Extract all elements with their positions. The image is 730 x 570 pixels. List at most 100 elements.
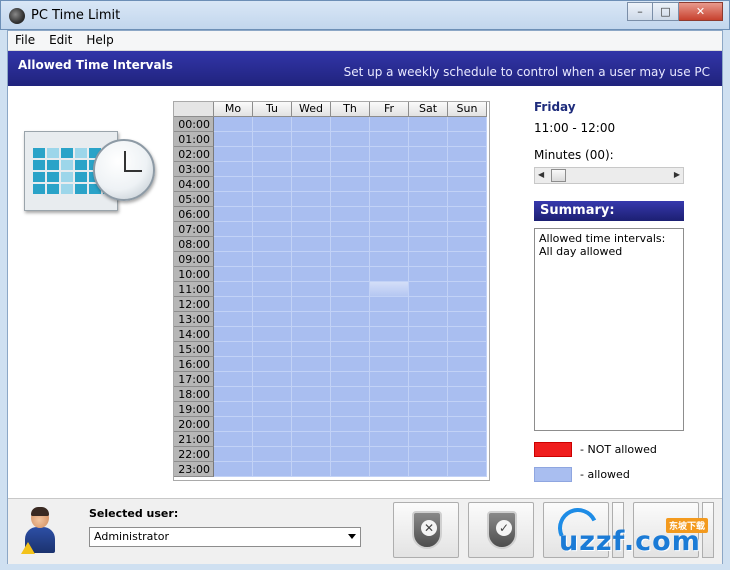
schedule-cell[interactable] <box>331 267 370 282</box>
schedule-cell[interactable] <box>331 462 370 477</box>
schedule-cell[interactable] <box>292 252 331 267</box>
day-header-tu[interactable]: Tu <box>253 102 292 117</box>
hour-label[interactable]: 09:00 <box>174 252 214 267</box>
schedule-cell[interactable] <box>292 177 331 192</box>
schedule-cell[interactable] <box>409 147 448 162</box>
allow-all-button[interactable]: ✓ <box>468 502 534 558</box>
day-header-fr[interactable]: Fr <box>370 102 409 117</box>
schedule-cell[interactable] <box>292 207 331 222</box>
slider-right-arrow-icon[interactable]: ▶ <box>674 170 680 179</box>
schedule-cell[interactable] <box>292 402 331 417</box>
hour-label[interactable]: 22:00 <box>174 447 214 462</box>
day-header-sun[interactable]: Sun <box>448 102 487 117</box>
schedule-cell[interactable] <box>214 252 253 267</box>
hour-label[interactable]: 18:00 <box>174 387 214 402</box>
hour-label[interactable]: 13:00 <box>174 312 214 327</box>
schedule-cell[interactable] <box>214 402 253 417</box>
schedule-cell[interactable] <box>370 162 409 177</box>
schedule-cell[interactable] <box>253 297 292 312</box>
schedule-cell[interactable] <box>331 327 370 342</box>
schedule-cell[interactable] <box>370 312 409 327</box>
schedule-cell[interactable] <box>448 297 487 312</box>
schedule-cell[interactable] <box>214 117 253 132</box>
schedule-cell[interactable] <box>253 372 292 387</box>
schedule-cell[interactable] <box>409 342 448 357</box>
schedule-cell[interactable] <box>370 447 409 462</box>
schedule-cell[interactable] <box>370 252 409 267</box>
hour-label[interactable]: 08:00 <box>174 237 214 252</box>
schedule-cell[interactable] <box>253 222 292 237</box>
schedule-cell[interactable] <box>331 312 370 327</box>
schedule-cell[interactable] <box>331 417 370 432</box>
hour-label[interactable]: 16:00 <box>174 357 214 372</box>
schedule-cell[interactable] <box>448 177 487 192</box>
schedule-cell[interactable] <box>253 207 292 222</box>
schedule-cell[interactable] <box>370 177 409 192</box>
schedule-cell[interactable] <box>409 117 448 132</box>
schedule-cell[interactable] <box>331 282 370 297</box>
schedule-cell[interactable] <box>448 312 487 327</box>
hour-label[interactable]: 06:00 <box>174 207 214 222</box>
schedule-cell[interactable] <box>409 357 448 372</box>
day-header-mo[interactable]: Mo <box>214 102 253 117</box>
schedule-cell[interactable] <box>448 207 487 222</box>
schedule-cell[interactable] <box>370 282 409 297</box>
schedule-cell[interactable] <box>331 342 370 357</box>
hour-label[interactable]: 19:00 <box>174 402 214 417</box>
close-button[interactable]: ✕ <box>679 2 723 21</box>
schedule-cell[interactable] <box>331 432 370 447</box>
schedule-cell[interactable] <box>292 327 331 342</box>
schedule-cell[interactable] <box>331 147 370 162</box>
schedule-cell[interactable] <box>370 327 409 342</box>
schedule-cell[interactable] <box>253 267 292 282</box>
schedule-cell[interactable] <box>370 222 409 237</box>
schedule-cell[interactable] <box>214 222 253 237</box>
slider-left-arrow-icon[interactable]: ◀ <box>538 170 544 179</box>
schedule-cell[interactable] <box>448 372 487 387</box>
schedule-cell[interactable] <box>292 222 331 237</box>
schedule-cell[interactable] <box>214 342 253 357</box>
schedule-cell[interactable] <box>214 207 253 222</box>
hour-label[interactable]: 03:00 <box>174 162 214 177</box>
menu-file[interactable]: File <box>8 31 42 50</box>
hour-label[interactable]: 20:00 <box>174 417 214 432</box>
schedule-cell[interactable] <box>253 177 292 192</box>
chevron-down-icon[interactable] <box>348 534 356 539</box>
schedule-cell[interactable] <box>214 447 253 462</box>
schedule-cell[interactable] <box>214 192 253 207</box>
minimize-button[interactable]: – <box>627 2 653 21</box>
schedule-cell[interactable] <box>370 117 409 132</box>
schedule-cell[interactable] <box>214 327 253 342</box>
schedule-cell[interactable] <box>214 357 253 372</box>
schedule-cell[interactable] <box>331 372 370 387</box>
schedule-cell[interactable] <box>253 447 292 462</box>
hour-label[interactable]: 23:00 <box>174 462 214 477</box>
schedule-cell[interactable] <box>409 432 448 447</box>
hour-label[interactable]: 17:00 <box>174 372 214 387</box>
schedule-cell[interactable] <box>331 447 370 462</box>
schedule-cell[interactable] <box>448 282 487 297</box>
schedule-cell[interactable] <box>214 387 253 402</box>
schedule-cell[interactable] <box>409 417 448 432</box>
schedule-cell[interactable] <box>370 237 409 252</box>
schedule-cell[interactable] <box>253 147 292 162</box>
schedule-cell[interactable] <box>253 432 292 447</box>
hour-label[interactable]: 00:00 <box>174 117 214 132</box>
schedule-cell[interactable] <box>448 342 487 357</box>
schedule-cell[interactable] <box>214 267 253 282</box>
user-dropdown[interactable]: Administrator <box>89 527 361 547</box>
schedule-cell[interactable] <box>370 372 409 387</box>
schedule-cell[interactable] <box>253 462 292 477</box>
hour-label[interactable]: 11:00 <box>174 282 214 297</box>
schedule-cell[interactable] <box>253 417 292 432</box>
schedule-cell[interactable] <box>409 177 448 192</box>
schedule-cell[interactable] <box>253 237 292 252</box>
schedule-cell[interactable] <box>331 237 370 252</box>
schedule-cell[interactable] <box>370 387 409 402</box>
schedule-cell[interactable] <box>409 387 448 402</box>
hour-label[interactable]: 12:00 <box>174 297 214 312</box>
schedule-cell[interactable] <box>214 147 253 162</box>
schedule-cell[interactable] <box>448 462 487 477</box>
schedule-cell[interactable] <box>292 462 331 477</box>
schedule-cell[interactable] <box>292 357 331 372</box>
